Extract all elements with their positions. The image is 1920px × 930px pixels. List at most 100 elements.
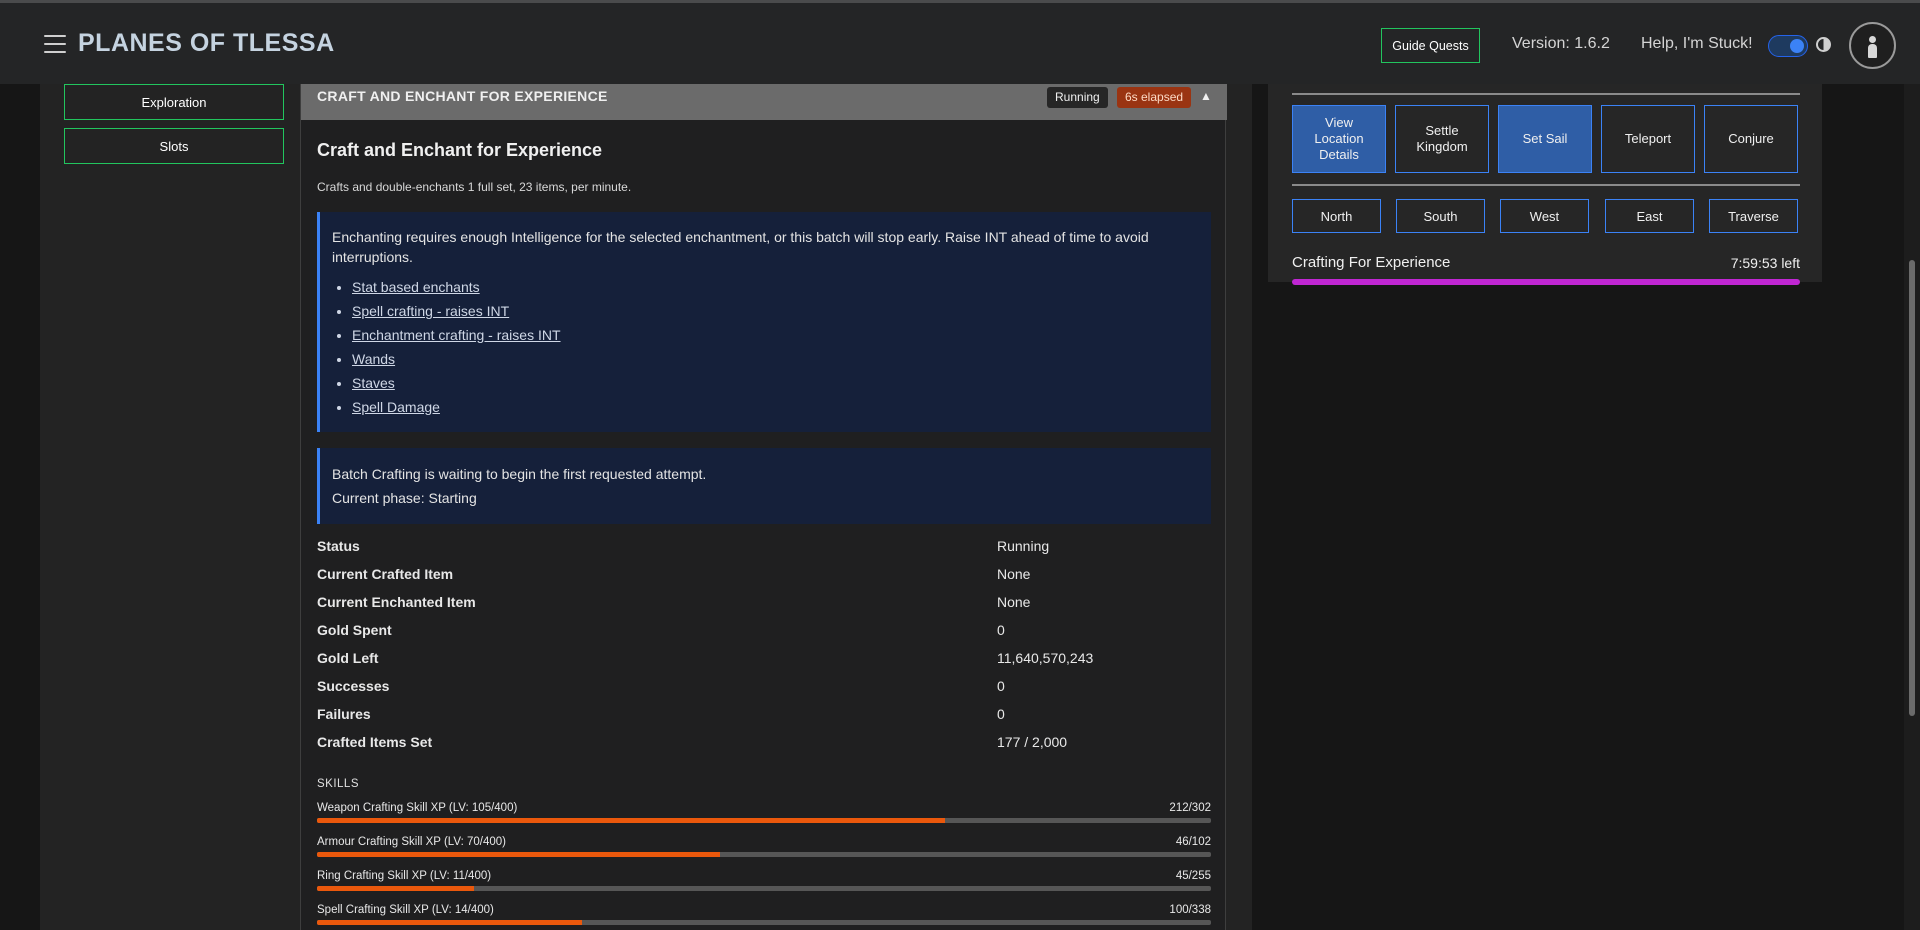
actions-panel: View Location Details Settle Kingdom Set…: [1268, 84, 1822, 285]
skill-progress-bar: [317, 920, 1211, 925]
stat-row: Status Running: [317, 534, 1211, 562]
int-warning-box: Enchanting requires enough Intelligence …: [317, 212, 1211, 432]
stat-label: Current Enchanted Item: [317, 594, 476, 610]
skill-name: Weapon Crafting Skill XP (LV: 105/400): [317, 802, 518, 814]
link-enchantment-crafting[interactable]: Enchantment crafting - raises INT: [352, 327, 561, 343]
version-label[interactable]: Version: 1.6.2: [1512, 35, 1610, 53]
east-button[interactable]: East: [1605, 199, 1694, 233]
stat-value: Running: [997, 538, 1050, 554]
contrast-icon: [1816, 37, 1831, 52]
timer-label: Crafting For Experience: [1292, 254, 1451, 271]
stat-label: Gold Left: [317, 650, 379, 666]
list-item: Spell Damage: [352, 395, 1199, 419]
stat-row: Successes 0: [317, 674, 1211, 702]
stat-row: Current Crafted Item None: [317, 562, 1211, 590]
skill-progress-bar: [317, 852, 1211, 857]
stat-label: Current Crafted Item: [317, 566, 454, 582]
skill-xp: 46/102: [1175, 836, 1211, 848]
warning-text: Enchanting requires enough Intelligence …: [332, 229, 1149, 265]
status-badge: Running: [1047, 87, 1108, 108]
west-button[interactable]: West: [1500, 199, 1589, 233]
stat-value: 11,640,570,243: [997, 650, 1094, 666]
toggle-knob: [1790, 39, 1804, 53]
conjure-button[interactable]: Conjure: [1704, 105, 1798, 173]
link-spell-damage[interactable]: Spell Damage: [352, 399, 440, 415]
view-location-details-button[interactable]: View Location Details: [1292, 105, 1386, 173]
skill-ring-crafting: Ring Crafting Skill XP (LV: 11/400) 45/2…: [317, 870, 1211, 900]
timer-progress-fill: [1292, 279, 1800, 285]
stat-row: Crafted Items Set 177 / 2,000: [317, 730, 1211, 758]
help-link[interactable]: Help, I'm Stuck!: [1641, 35, 1753, 53]
traverse-button[interactable]: Traverse: [1709, 199, 1798, 233]
help-links: Stat based enchants Spell crafting - rai…: [332, 275, 1199, 419]
menu-icon[interactable]: [44, 35, 66, 53]
settle-kingdom-button[interactable]: Settle Kingdom: [1395, 105, 1489, 173]
link-stat-enchants[interactable]: Stat based enchants: [352, 279, 480, 295]
skill-armour-crafting: Armour Crafting Skill XP (LV: 70/400) 46…: [317, 836, 1211, 866]
current-phase: Current phase: Starting: [332, 490, 477, 506]
skill-name: Armour Crafting Skill XP (LV: 70/400): [317, 836, 506, 848]
skill-progress-fill: [317, 852, 721, 857]
skills-heading: SKILLS: [317, 778, 359, 790]
section-description: Crafts and double-enchants 1 full set, 2…: [317, 180, 632, 194]
collapse-arrow-icon[interactable]: ▲: [1200, 89, 1212, 103]
stat-value: 0: [997, 706, 1005, 722]
phase-message: Batch Crafting is waiting to begin the f…: [332, 466, 707, 482]
skill-spell-crafting: Spell Crafting Skill XP (LV: 14/400) 100…: [317, 904, 1211, 930]
stat-row: Gold Spent 0: [317, 618, 1211, 646]
skill-xp: 212/302: [1169, 802, 1211, 814]
skill-progress-bar: [317, 818, 1211, 823]
list-item: Staves: [352, 371, 1199, 395]
theme-toggle[interactable]: [1768, 35, 1808, 57]
card-header[interactable]: CRAFT AND ENCHANT FOR EXPERIENCE Running…: [301, 84, 1227, 120]
top-bar: PLANES OF TLESSA Guide Quests Version: 1…: [0, 0, 1920, 84]
divider: [1292, 93, 1800, 95]
stat-value: None: [997, 566, 1031, 582]
list-item: Enchantment crafting - raises INT: [352, 323, 1199, 347]
link-spell-crafting[interactable]: Spell crafting - raises INT: [352, 303, 509, 319]
skill-progress-bar: [317, 886, 1211, 891]
set-sail-button[interactable]: Set Sail: [1498, 105, 1592, 173]
scrollbar-thumb[interactable]: [1909, 260, 1915, 716]
list-item: Stat based enchants: [352, 275, 1199, 299]
card-header-title: CRAFT AND ENCHANT FOR EXPERIENCE: [317, 88, 608, 104]
skill-progress-fill: [317, 818, 945, 823]
stat-value: 177 / 2,000: [997, 734, 1068, 750]
stat-label: Crafted Items Set: [317, 734, 433, 750]
profile-avatar-icon[interactable]: [1849, 22, 1896, 69]
stat-value: None: [997, 594, 1031, 610]
slots-button[interactable]: Slots: [64, 128, 284, 164]
timer-progress-bar: [1292, 279, 1800, 285]
stat-value: 0: [997, 678, 1005, 694]
skill-xp: 100/338: [1169, 904, 1211, 916]
stat-label: Status: [317, 538, 360, 554]
skill-name: Ring Crafting Skill XP (LV: 11/400): [317, 870, 492, 882]
skill-name: Spell Crafting Skill XP (LV: 14/400): [317, 904, 494, 916]
app-title[interactable]: PLANES OF TLESSA: [78, 29, 335, 58]
stat-label: Failures: [317, 706, 371, 722]
page-scrollbar[interactable]: [1904, 84, 1920, 930]
north-button[interactable]: North: [1292, 199, 1381, 233]
stat-label: Successes: [317, 678, 390, 694]
list-item: Spell crafting - raises INT: [352, 299, 1199, 323]
skill-xp: 45/255: [1175, 870, 1211, 882]
stats-table: Status Running Current Crafted Item None C…: [317, 534, 1211, 758]
skill-progress-fill: [317, 920, 582, 925]
stat-row: Failures 0: [317, 702, 1211, 730]
craft-enchant-card: CRAFT AND ENCHANT FOR EXPERIENCE Running…: [300, 84, 1227, 930]
guide-quests-button[interactable]: Guide Quests: [1381, 28, 1480, 63]
south-button[interactable]: South: [1396, 199, 1485, 233]
teleport-button[interactable]: Teleport: [1601, 105, 1695, 173]
list-item: Wands: [352, 347, 1199, 371]
timer-remaining: 7:59:53 left: [1730, 255, 1800, 271]
section-title: Craft and Enchant for Experience: [317, 140, 603, 160]
link-wands[interactable]: Wands: [352, 351, 395, 367]
skill-weapon-crafting: Weapon Crafting Skill XP (LV: 105/400) 2…: [317, 802, 1211, 832]
skill-progress-fill: [317, 886, 475, 891]
stat-row: Current Enchanted Item None: [317, 590, 1211, 618]
link-staves[interactable]: Staves: [352, 375, 395, 391]
stat-row: Gold Left 11,640,570,243: [317, 646, 1211, 674]
exploration-button[interactable]: Exploration: [64, 84, 284, 120]
elapsed-badge: 6s elapsed: [1117, 87, 1192, 108]
stat-label: Gold Spent: [317, 622, 392, 638]
